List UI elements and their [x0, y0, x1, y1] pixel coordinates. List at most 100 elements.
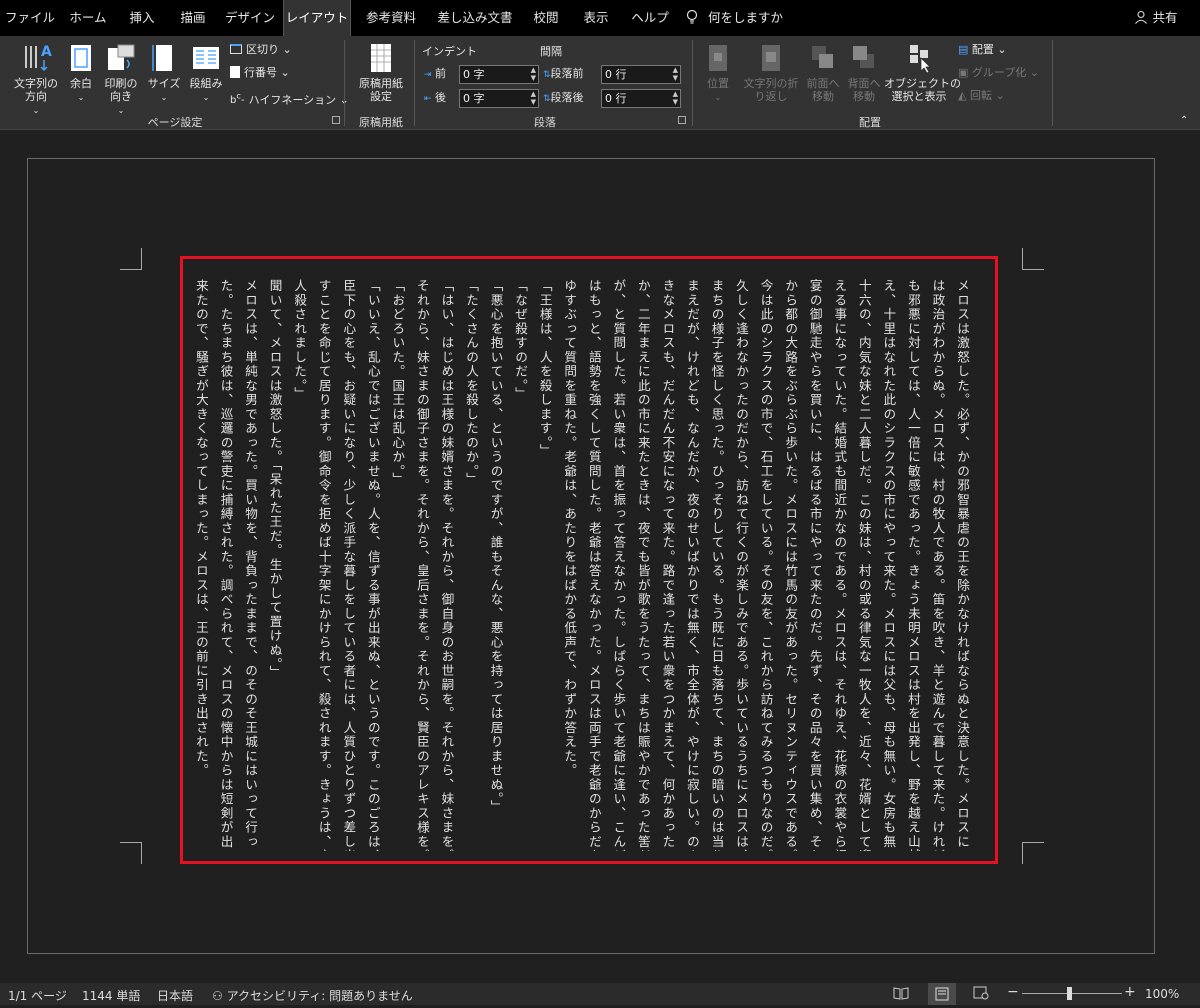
orientation-button[interactable]: 印刷の 向き ⌄: [101, 42, 141, 117]
zoom-slider-thumb[interactable]: [1067, 987, 1072, 1000]
print-layout-icon[interactable]: [928, 983, 956, 1005]
tab-review[interactable]: 校閲: [526, 0, 566, 36]
text-column: メロスは激怒した。必ず、かの邪智暴虐の王を除かなければならぬと決意した。メロスに: [955, 279, 970, 849]
tab-draw[interactable]: 描画: [170, 0, 216, 36]
group-divider: [1052, 40, 1053, 126]
document-page[interactable]: メロスは激怒した。必ず、かの邪智暴虐の王を除かなければならぬと決意した。メロスに…: [27, 158, 1155, 954]
line-numbers-icon: [230, 66, 240, 78]
size-button[interactable]: サイズ ⌄: [146, 42, 182, 104]
text-column: から都の大路をぶらぶら歩いた。メロスには竹馬の友があった。セリヌンティウスである…: [783, 279, 799, 851]
group-divider: [692, 40, 693, 126]
text-direction-label: 文字列の 方向: [14, 77, 58, 103]
position-label: 位置: [707, 77, 729, 90]
position-button[interactable]: 位置 ⌄: [700, 42, 736, 104]
breaks-button[interactable]: 区切り ⌄: [230, 43, 292, 57]
selection-pane-icon: [910, 45, 931, 74]
text-direction-icon: A: [25, 44, 52, 72]
space-before-value: 0 行: [605, 68, 627, 81]
space-after-value: 0 行: [605, 92, 627, 105]
spinner-arrows-icon[interactable]: ▲ ▼: [673, 66, 678, 82]
share-button[interactable]: 共有: [1128, 0, 1184, 36]
indent-after-spinner[interactable]: 0 字 ▲ ▼: [459, 89, 539, 108]
page-setup-group-label: ページ設定: [147, 116, 203, 129]
text-column: た。たちまち彼は、巡邏の警吏に捕縛された。調べられて、メロスの懐中からは短剣が出…: [218, 279, 234, 851]
text-column: 来たので、騒ぎが大きくなってしまった。メロスは、王の前に引き出された。: [193, 279, 209, 778]
orientation-label: 印刷の 向き: [104, 77, 138, 103]
zoom-slider-track[interactable]: [1022, 993, 1122, 994]
text-column: まちの様子を怪しく思った。ひっそりしている。もう既に日も落ちて、まちの暗いのは当…: [709, 279, 725, 851]
wrap-text-button[interactable]: 文字列の折 り返し: [740, 42, 802, 103]
crop-mark: [1022, 842, 1044, 864]
breaks-icon: [230, 44, 242, 54]
genko-setting-button[interactable]: 原稿用紙 設定: [352, 42, 410, 103]
text-column: 「おどろいた。国王は乱心か。」: [390, 279, 406, 487]
text-column: も邪悪に対しては、人一倍に敏感であった。きょう未明メロスは村を出発し、野を越え山…: [905, 279, 921, 851]
crop-mark: [1022, 248, 1044, 270]
genko-group-label: 原稿用紙: [359, 116, 403, 129]
zoom-level[interactable]: 100%: [1145, 987, 1179, 1001]
group-divider: [414, 40, 415, 126]
text-direction-button[interactable]: A 文字列の 方向 ⌄: [8, 42, 64, 117]
text-column: きなメロスも、だんだん不安になって来た。路で逢った若い衆をつかまえて、何かあった…: [660, 279, 676, 851]
tab-layout[interactable]: レイアウト: [283, 0, 351, 36]
spinner-arrows-icon[interactable]: ▲ ▼: [531, 90, 536, 106]
spinner-arrows-icon[interactable]: ▲ ▼: [673, 90, 678, 106]
rotate-button[interactable]: ◭ 回転 ⌄: [958, 89, 1005, 103]
zoom-in-button[interactable]: +: [1124, 984, 1136, 1000]
text-column: える事になっていた。結婚式も間近かなのである。メロスは、それゆえ、花嫁の衣裳やら…: [832, 279, 848, 851]
space-before-label: ⇅段落前: [543, 67, 584, 80]
language-indicator[interactable]: 日本語: [157, 987, 193, 1004]
align-button[interactable]: ▤ 配置 ⌄: [958, 43, 1007, 57]
align-icon: ▤: [958, 43, 969, 56]
arrange-group-label: 配置: [859, 116, 881, 129]
collapse-ribbon-icon[interactable]: ⌃: [1180, 114, 1188, 128]
vertical-text-body[interactable]: メロスは激怒した。必ず、かの邪智暴虐の王を除かなければならぬと決意した。メロスに…: [180, 256, 998, 864]
document-canvas: メロスは激怒した。必ず、かの邪智暴虐の王を除かなければならぬと決意した。メロスに…: [0, 131, 1200, 983]
text-column: は政治がわからぬ。メロスは、村の牧人である。笛を吹き、羊と遊んで暮して来た。けれ…: [930, 279, 946, 851]
indent-before-spinner[interactable]: 0 字 ▲ ▼: [459, 65, 539, 84]
selection-pane-button[interactable]: オブジェクトの 選択と表示: [884, 42, 961, 103]
hyphenation-button[interactable]: bc- ハイフネーション ⌄: [230, 89, 349, 108]
tab-references[interactable]: 参考資料: [358, 0, 424, 36]
columns-button[interactable]: 段組み ⌄: [186, 42, 226, 104]
page-setup-dialog-launcher[interactable]: [332, 116, 340, 124]
send-backward-button[interactable]: 背面へ 移動: [845, 42, 883, 103]
tell-me-search[interactable]: 何をしますか: [686, 0, 784, 36]
wrap-text-icon: [762, 45, 780, 71]
tab-view[interactable]: 表示: [576, 0, 616, 36]
word-count[interactable]: 1144 単語: [82, 987, 140, 1004]
tab-mailings[interactable]: 差し込み文書: [432, 0, 518, 36]
line-numbers-button[interactable]: 行番号 ⌄: [230, 66, 290, 80]
send-backward-icon: [853, 46, 874, 68]
zoom-out-button[interactable]: −: [1007, 984, 1019, 1000]
bring-forward-button[interactable]: 前面へ 移動: [804, 42, 842, 103]
text-column: はもっと、語勢を強くして質問した。老爺は答えなかった。メロスは両手で老爺のからだ…: [586, 279, 602, 851]
margins-label: 余白: [70, 77, 92, 90]
align-label: 配置: [971, 43, 994, 56]
breaks-label: 区切り: [246, 43, 279, 56]
tab-file[interactable]: ファイル: [4, 0, 56, 36]
spinner-arrows-icon[interactable]: ▲ ▼: [531, 66, 536, 82]
text-column: 宴の御馳走やらを買いに、はるばる市にやって来たのだ。先ず、その品々を買い集め、そ…: [807, 279, 823, 851]
genko-setting-label: 原稿用紙 設定: [359, 77, 403, 103]
chevron-down-icon: ⌄: [714, 93, 722, 102]
tab-help[interactable]: ヘルプ: [626, 0, 674, 36]
paragraph-dialog-launcher[interactable]: [678, 116, 686, 124]
tell-me-label: 何をしますか: [708, 10, 784, 25]
space-after-spinner[interactable]: 0 行 ▲ ▼: [601, 89, 681, 108]
accessibility-status[interactable]: ⚇ アクセシビリティ: 問題ありません: [212, 987, 413, 1004]
tab-design[interactable]: デザイン: [222, 0, 278, 36]
group-button[interactable]: ▣ グループ化 ⌄: [958, 66, 1039, 80]
text-column: すことを命じて居ります。御命令を拒めば十字架にかけられて、殺されます。きょうは、…: [316, 279, 332, 851]
spacing-heading: 間隔: [540, 45, 562, 58]
read-mode-icon[interactable]: [893, 986, 909, 1003]
tab-insert[interactable]: 挿入: [120, 0, 164, 36]
tab-home[interactable]: ホーム: [62, 0, 114, 36]
page-count[interactable]: 1/1 ページ: [8, 987, 67, 1004]
margins-button[interactable]: 余白 ⌄: [66, 42, 96, 104]
lightbulb-icon: [686, 9, 698, 24]
space-before-spinner[interactable]: 0 行 ▲ ▼: [601, 65, 681, 84]
text-column: 今は此のシラクスの市で、石工をしている。その友を、これから訪ねてみるつもりなのだ…: [758, 279, 774, 851]
web-layout-icon[interactable]: [973, 986, 989, 1003]
rotate-label: 回転: [969, 89, 992, 102]
